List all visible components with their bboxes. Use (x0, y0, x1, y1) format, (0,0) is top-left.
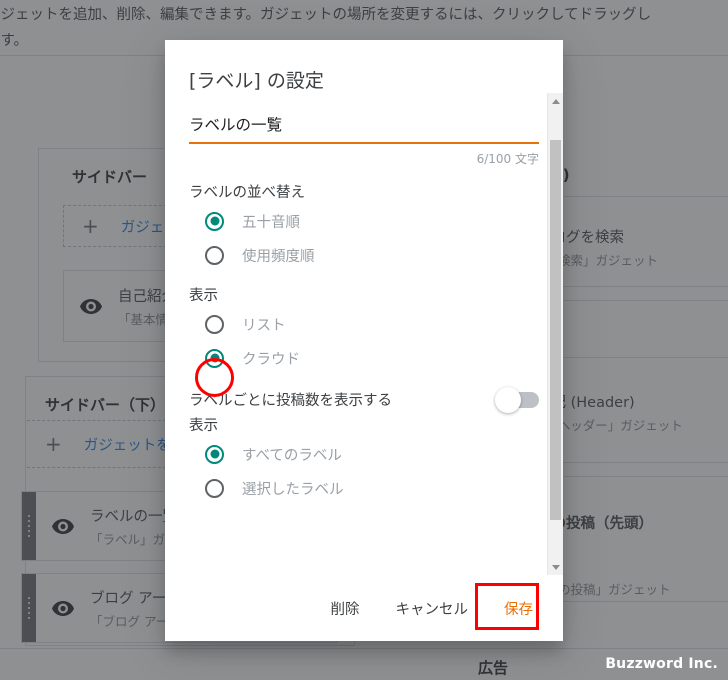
caret-down-icon[interactable] (548, 559, 563, 575)
display-group-label: 表示 (189, 288, 218, 304)
watermark: Buzzword Inc. (605, 656, 718, 672)
radio-label: 選択したラベル (242, 481, 344, 498)
radio-label: すべてのラベル (242, 447, 342, 464)
dialog-scrollbar[interactable] (547, 93, 563, 575)
radio-option-sort-frequency[interactable]: 使用頻度順 (189, 238, 539, 272)
radio-label: クラウド (242, 351, 300, 368)
label-scope-group-label: 表示 (189, 418, 218, 434)
save-button[interactable]: 保存 (488, 589, 549, 628)
radio-icon[interactable] (205, 245, 224, 265)
show-post-count-toggle[interactable] (495, 386, 539, 413)
radio-option-scope-selected[interactable]: 選択したラベル (189, 471, 539, 505)
character-counter: 6/100 文字 (476, 152, 539, 166)
cancel-button[interactable]: キャンセル (380, 589, 485, 628)
radio-icon[interactable] (205, 314, 224, 334)
field-focus-underline (189, 142, 539, 144)
delete-button[interactable]: 削除 (315, 589, 376, 628)
radio-icon[interactable] (205, 444, 224, 464)
radio-icon[interactable] (205, 211, 224, 231)
label-name-field[interactable]: ラベルの一覧 6/100 文字 (189, 113, 539, 169)
show-post-count-label: ラベルごとに投稿数を表示する (189, 393, 392, 409)
scrollbar-thumb[interactable] (550, 140, 561, 520)
radio-icon[interactable] (205, 348, 224, 368)
radio-option-sort-gojuon[interactable]: 五十音順 (189, 204, 539, 238)
toggle-knob (495, 386, 521, 413)
radio-icon[interactable] (205, 478, 224, 498)
dialog-title: [ラベル] の設定 (189, 70, 324, 92)
label-name-input[interactable]: ラベルの一覧 (189, 113, 539, 142)
dialog-body: ラベルの一覧 6/100 文字 ラベルの並べ替え 五十音順 使用頻度順 表示 リ… (165, 93, 563, 575)
dialog-footer: 削除 キャンセル 保存 (165, 575, 563, 641)
screen: ガジェットを追加、削除、編集できます。ガジェットの場所を変更するには、クリックし… (0, 0, 728, 680)
show-post-count-row[interactable]: ラベルごとに投稿数を表示する (189, 386, 539, 413)
caret-up-icon[interactable] (548, 93, 563, 109)
sort-group-label: ラベルの並べ替え (189, 185, 305, 201)
radio-option-display-list[interactable]: リスト (189, 307, 539, 341)
radio-label: リスト (242, 317, 286, 334)
radio-option-scope-all[interactable]: すべてのラベル (189, 437, 539, 471)
label-settings-dialog: [ラベル] の設定 ラベルの一覧 6/100 文字 ラベルの並べ替え 五十音順 … (165, 40, 563, 641)
radio-label: 五十音順 (242, 214, 300, 231)
radio-option-display-cloud[interactable]: クラウド (189, 341, 539, 375)
radio-label: 使用頻度順 (242, 248, 315, 265)
